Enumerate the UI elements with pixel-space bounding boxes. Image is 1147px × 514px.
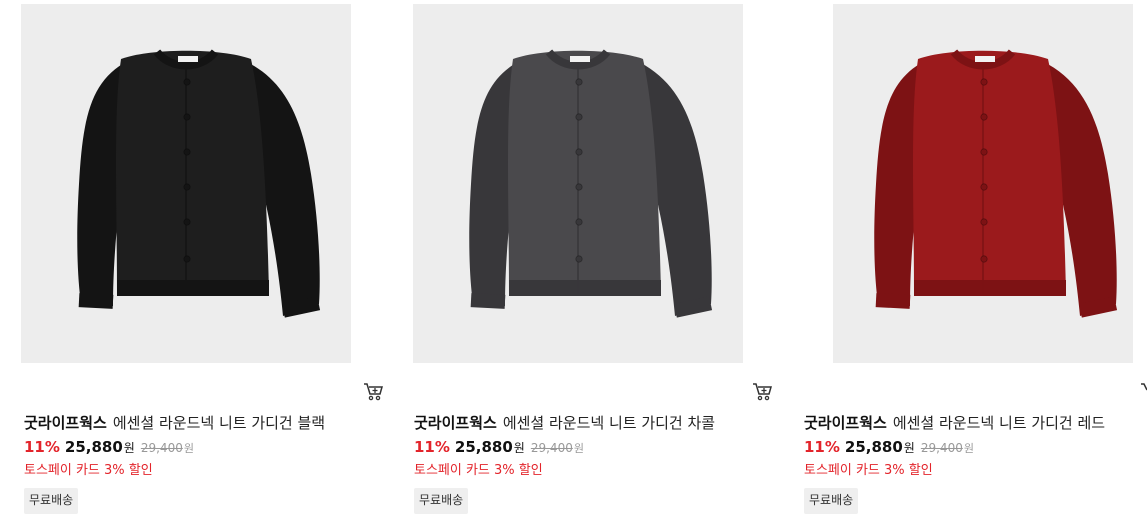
- brand-name[interactable]: 굿라이프웍스: [414, 414, 497, 432]
- sale-price: 25,880: [454, 438, 513, 456]
- currency-label: 원: [123, 441, 135, 455]
- price-row: 11% 25,880원 29,400원: [24, 438, 194, 458]
- brand-name[interactable]: 굿라이프웍스: [24, 414, 107, 432]
- promo-text: 토스페이 카드 3% 할인: [804, 463, 933, 478]
- product-title[interactable]: 굿라이프웍스 에센셜 라운드넥 니트 가디건 레드: [804, 412, 1105, 433]
- product-card[interactable]: [21, 4, 361, 363]
- shipping-badge: 무료배송: [804, 488, 859, 514]
- promo-text: 토스페이 카드 3% 할인: [24, 463, 153, 478]
- currency-label: 원: [903, 441, 915, 455]
- sale-price: 25,880: [64, 438, 123, 456]
- original-price: 29,400: [530, 441, 573, 455]
- shipping-badge: 무료배송: [414, 488, 469, 514]
- original-price: 29,400: [140, 441, 183, 455]
- product-title[interactable]: 굿라이프웍스 에센셜 라운드넥 니트 가디건 블랙: [24, 412, 325, 433]
- shipping-badge: 무료배송: [24, 488, 79, 514]
- product-image[interactable]: [21, 4, 351, 363]
- discount-rate: 11%: [804, 438, 840, 456]
- brand-name[interactable]: 굿라이프웍스: [804, 414, 887, 432]
- product-image[interactable]: [833, 4, 1133, 363]
- discount-rate: 11%: [24, 438, 60, 456]
- cart-icon[interactable]: [752, 382, 774, 402]
- product-image[interactable]: [413, 4, 743, 363]
- cart-icon[interactable]: [363, 382, 385, 402]
- product-name[interactable]: 에센셜 라운드넥 니트 가디건 레드: [893, 414, 1105, 432]
- original-currency-label: 원: [183, 442, 194, 455]
- product-name[interactable]: 에센셜 라운드넥 니트 가디건 차콜: [503, 414, 715, 432]
- cardigan-image: [77, 49, 321, 318]
- cardigan-image: [874, 49, 1118, 318]
- cardigan-image: [469, 49, 713, 318]
- product-title[interactable]: 굿라이프웍스 에센셜 라운드넥 니트 가디건 차콜: [414, 412, 715, 433]
- currency-label: 원: [513, 441, 525, 455]
- promo-text: 토스페이 카드 3% 할인: [414, 463, 543, 478]
- product-name[interactable]: 에센셜 라운드넥 니트 가디건 블랙: [113, 414, 325, 432]
- original-price: 29,400: [920, 441, 963, 455]
- cart-icon[interactable]: [1140, 382, 1147, 398]
- discount-rate: 11%: [414, 438, 450, 456]
- original-currency-label: 원: [573, 442, 584, 455]
- original-currency-label: 원: [963, 442, 974, 455]
- product-card[interactable]: [833, 4, 1147, 363]
- sale-price: 25,880: [844, 438, 903, 456]
- price-row: 11% 25,880원 29,400원: [804, 438, 974, 458]
- product-card[interactable]: [413, 4, 753, 363]
- price-row: 11% 25,880원 29,400원: [414, 438, 584, 458]
